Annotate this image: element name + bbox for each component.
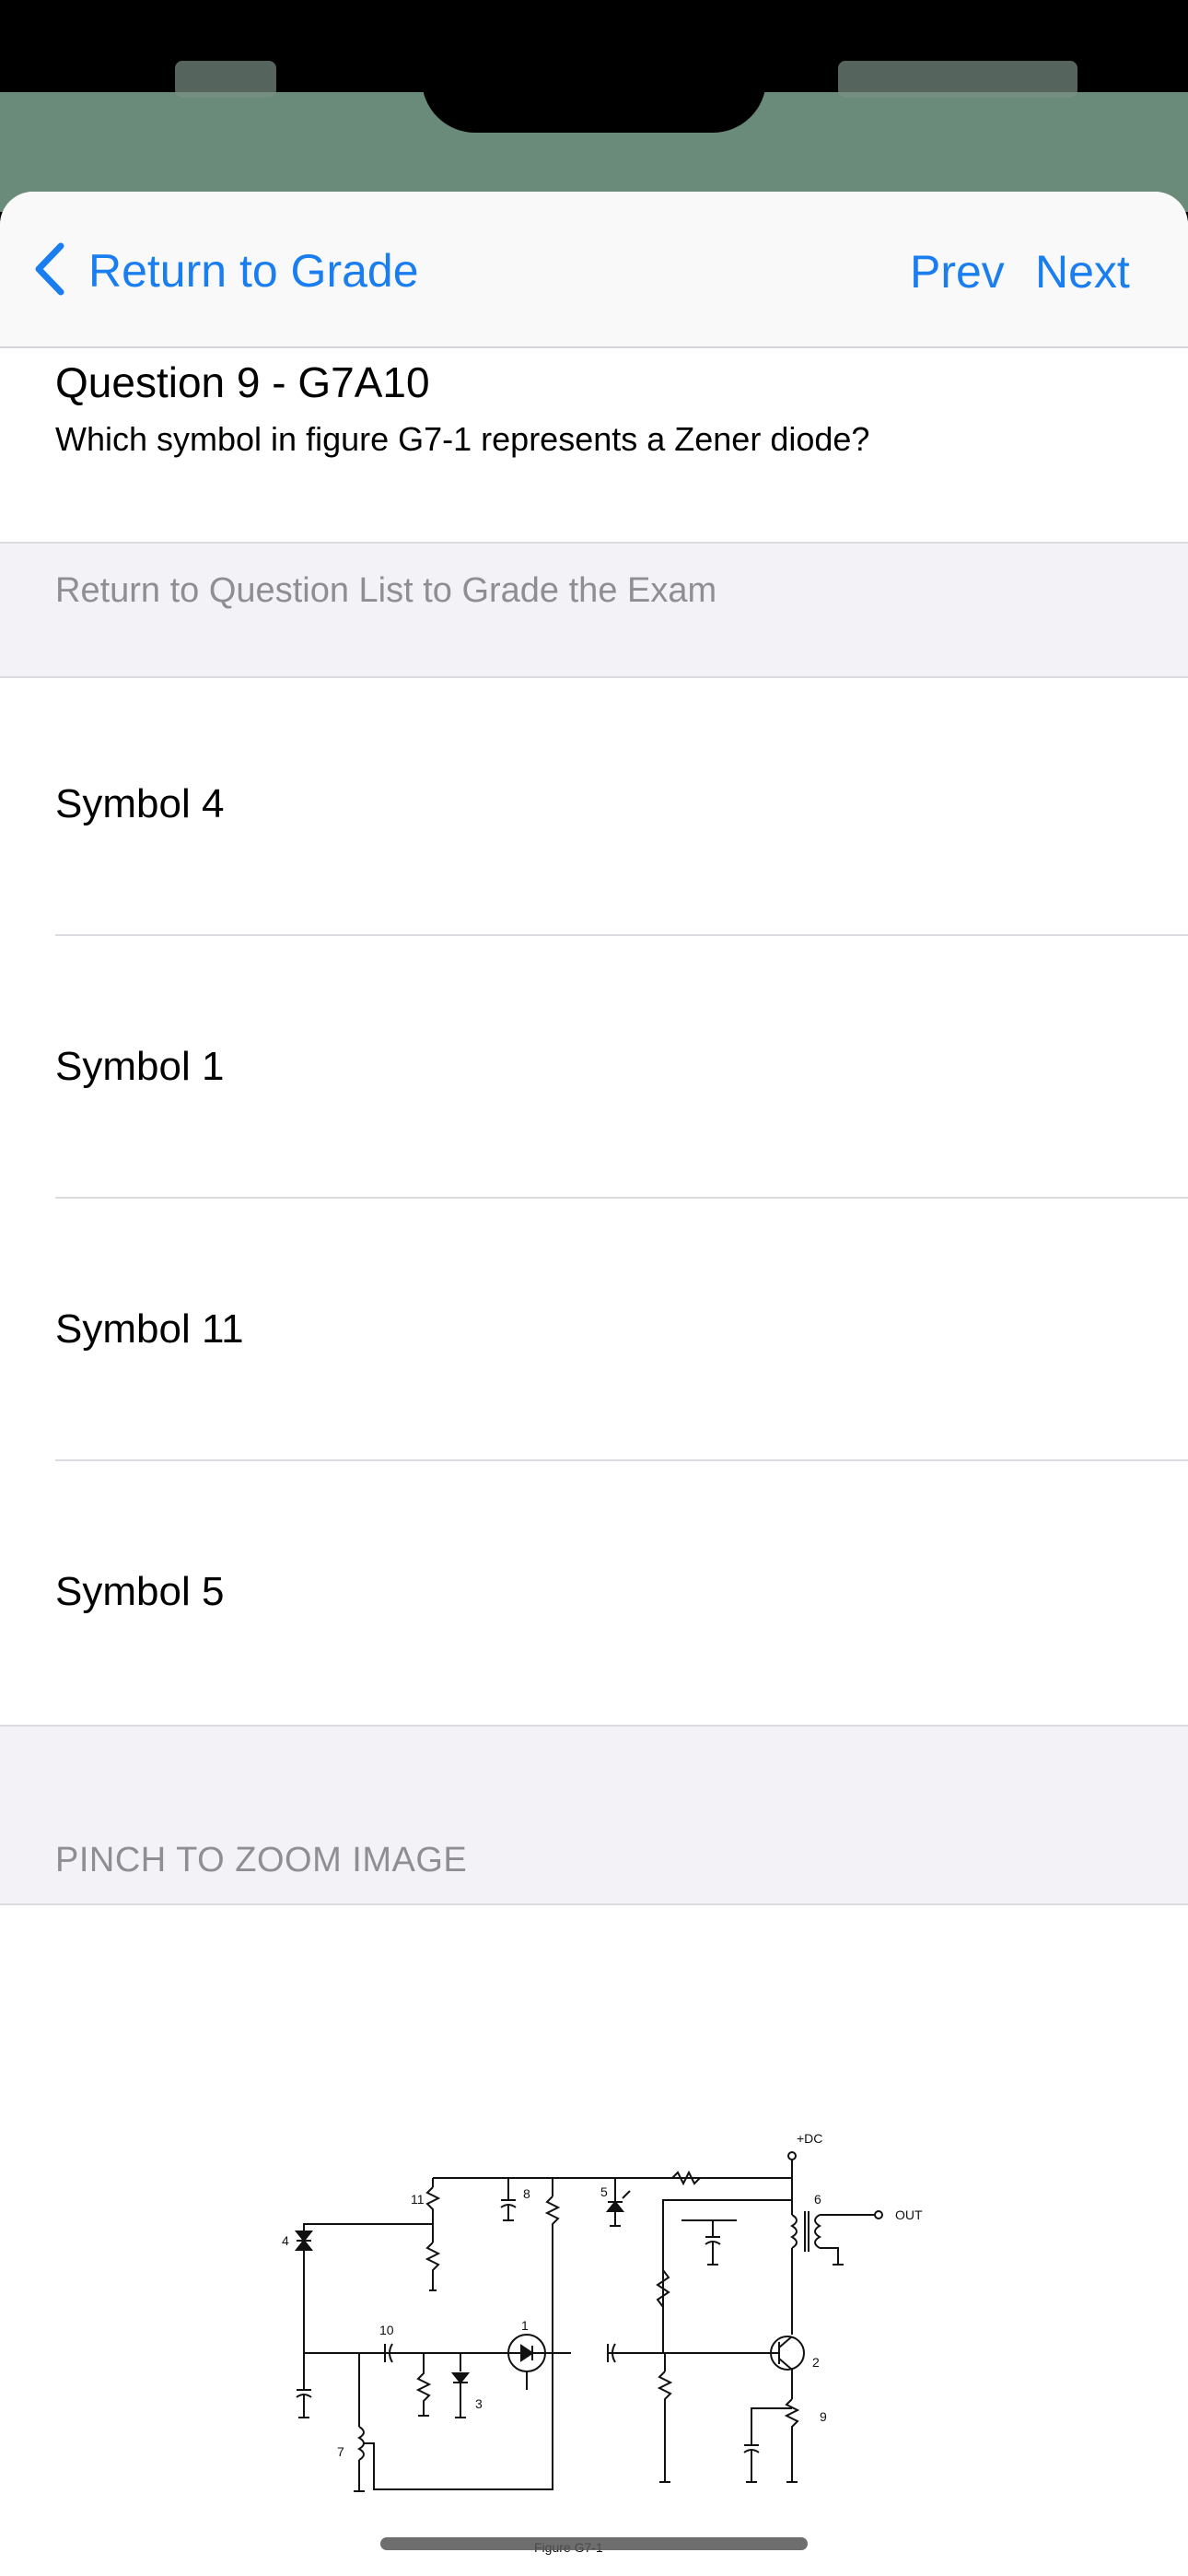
- answer-option[interactable]: Symbol 11: [0, 1200, 1188, 1461]
- home-indicator[interactable]: [380, 2537, 808, 2550]
- component-number: 10: [379, 2323, 394, 2337]
- out-label: OUT: [895, 2207, 923, 2222]
- return-to-grade-button[interactable]: Return to Grade: [31, 234, 419, 308]
- circuit-figure[interactable]: +DC OUT 1 2 3 4 5 6 7 8 9 10 11 Figure G…: [267, 2123, 949, 2556]
- answer-option[interactable]: Symbol 1: [0, 937, 1188, 1199]
- component-number: 6: [814, 2192, 821, 2207]
- return-to-grade-label: Return to Grade: [88, 245, 419, 297]
- divider: [55, 1459, 1188, 1461]
- chevron-left-icon: [31, 240, 68, 302]
- question-title: Question 9 - G7A10: [55, 358, 430, 406]
- question-text: Which symbol in figure G7-1 represents a…: [55, 420, 870, 458]
- component-number: 9: [820, 2409, 827, 2424]
- modal-sheet: Return to Grade Prev Next Question 9 - G…: [0, 192, 1188, 2576]
- component-number: 7: [337, 2444, 344, 2459]
- divider: [55, 934, 1188, 936]
- answer-label: Symbol 4: [55, 781, 225, 826]
- zoom-header-text: PINCH TO ZOOM IMAGE: [55, 1841, 468, 1879]
- answer-option[interactable]: Symbol 4: [0, 674, 1188, 936]
- next-button[interactable]: Next: [1035, 245, 1130, 299]
- dynamic-island: [422, 18, 766, 133]
- component-number: 4: [282, 2233, 289, 2248]
- divider: [55, 1197, 1188, 1199]
- status-icons-ghost: [838, 61, 1077, 98]
- component-number: 11: [411, 2192, 425, 2207]
- component-number: 5: [600, 2184, 608, 2199]
- answer-label: Symbol 5: [55, 1569, 225, 1614]
- navigation-bar: Return to Grade Prev Next: [0, 192, 1188, 348]
- zoom-section-header: PINCH TO ZOOM IMAGE: [0, 1725, 1188, 1905]
- component-number: 8: [523, 2186, 530, 2201]
- answer-label: Symbol 1: [55, 1044, 225, 1089]
- answer-label: Symbol 11: [55, 1306, 244, 1352]
- component-number: 2: [812, 2355, 820, 2370]
- component-number: 1: [521, 2318, 529, 2333]
- answer-option[interactable]: Symbol 5: [0, 1462, 1188, 1724]
- component-number: 3: [475, 2396, 483, 2411]
- clock-ghost: [175, 61, 276, 98]
- dc-label: +DC: [797, 2131, 822, 2146]
- grade-banner[interactable]: Return to Question List to Grade the Exa…: [0, 542, 1188, 678]
- grade-banner-text: Return to Question List to Grade the Exa…: [55, 571, 717, 610]
- prev-button[interactable]: Prev: [910, 245, 1005, 299]
